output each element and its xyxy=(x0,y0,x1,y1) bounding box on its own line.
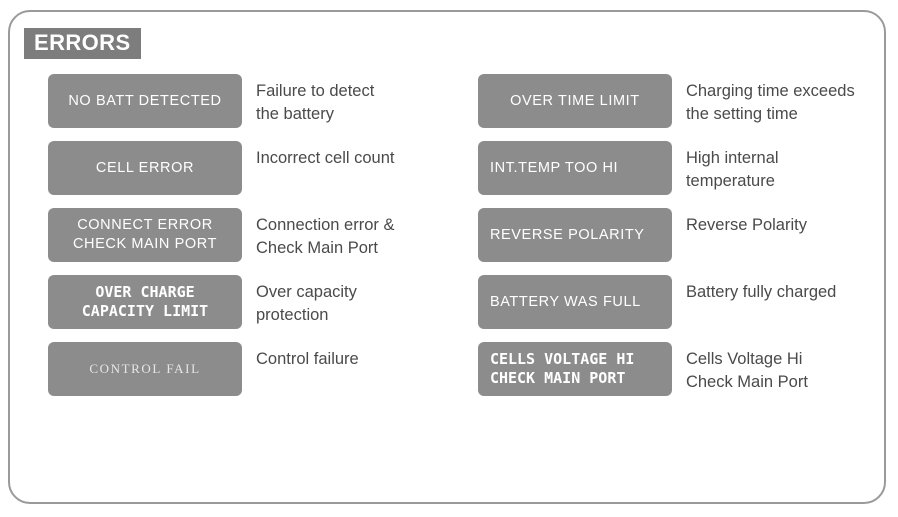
error-row: CELL ERROR Incorrect cell count xyxy=(48,141,475,195)
error-code-line: CONNECT ERROR xyxy=(77,217,213,234)
error-row: CONNECT ERROR CHECK MAIN PORT Connection e… xyxy=(48,208,475,262)
error-row: OVER CHARGE CAPACITY LIMIT Over capacity pr… xyxy=(48,275,475,329)
error-description-line: Control failure xyxy=(256,350,359,368)
error-row: BATTERY WAS FULL Battery fully charged xyxy=(477,275,884,329)
error-code-line: CAPACITY LIMIT xyxy=(81,302,209,320)
error-description: Control failure xyxy=(256,342,475,371)
error-code-display: CONTROL FAIL xyxy=(48,342,242,396)
error-description: Cells Voltage Hi Check Main Port xyxy=(686,342,884,395)
error-row: INT.TEMP TOO HI High internal temperature xyxy=(477,141,884,195)
error-description-line: High internal xyxy=(685,149,779,167)
error-code-line: CHECK MAIN PORT xyxy=(489,369,626,387)
error-row: NO BATT DETECTED Failure to detect the bat… xyxy=(48,74,475,128)
error-description-line: protection xyxy=(256,306,329,325)
page-title: ERRORS xyxy=(24,28,141,59)
error-description-line: Connection error & xyxy=(256,216,395,234)
error-code-display: OVER TIME LIMIT xyxy=(477,74,672,128)
error-code-line: INT.TEMP TOO HI xyxy=(489,159,619,176)
error-row: REVERSE POLARITY Reverse Polarity xyxy=(477,208,884,262)
error-description: High internal temperature xyxy=(686,141,884,194)
error-description: Reverse Polarity xyxy=(686,208,884,237)
error-description-line: Reverse Polarity xyxy=(685,216,807,234)
error-description-line: Failure to detect xyxy=(256,82,375,100)
error-description-line: Battery fully charged xyxy=(685,283,837,301)
error-description: Incorrect cell count xyxy=(256,141,475,170)
error-description: Charging time exceeds the setting time xyxy=(686,74,884,127)
error-row: CELLS VOLTAGE HI CHECK MAIN PORT Cells Vol… xyxy=(477,342,884,396)
error-description: Failure to detect the battery xyxy=(256,74,475,127)
error-description: Over capacity protection xyxy=(256,275,475,328)
error-code-display: CONNECT ERROR CHECK MAIN PORT xyxy=(48,208,242,262)
error-code-display: NO BATT DETECTED xyxy=(48,74,242,128)
error-code-line: OVER TIME LIMIT xyxy=(510,92,640,109)
error-description-line: Charging time exceeds xyxy=(685,82,855,100)
error-description-line: Cells Voltage Hi xyxy=(685,350,803,368)
error-description: Battery fully charged xyxy=(686,275,884,304)
error-description-line: Check Main Port xyxy=(685,373,808,392)
error-description-line: Check Main Port xyxy=(256,239,378,258)
error-code-display: INT.TEMP TOO HI xyxy=(477,141,672,195)
error-code-line: OVER CHARGE xyxy=(95,282,195,301)
error-code-line: NO BATT DETECTED xyxy=(68,92,222,109)
error-columns: NO BATT DETECTED Failure to detect the bat… xyxy=(10,74,884,409)
error-description-line: Incorrect cell count xyxy=(256,149,395,167)
error-description: Connection error & Check Main Port xyxy=(256,208,475,261)
error-code-line: CONTROL FAIL xyxy=(89,360,201,376)
error-code-display: REVERSE POLARITY xyxy=(477,208,672,262)
error-description-line: the setting time xyxy=(685,105,798,124)
error-column-right: OVER TIME LIMIT Charging time exceeds the … xyxy=(475,74,884,409)
error-code-line: CHECK MAIN PORT xyxy=(72,236,218,252)
error-code-display: BATTERY WAS FULL xyxy=(477,275,672,329)
error-code-display: OVER CHARGE CAPACITY LIMIT xyxy=(48,275,242,329)
error-code-display: CELLS VOLTAGE HI CHECK MAIN PORT xyxy=(477,342,672,396)
error-row: CONTROL FAIL Control failure xyxy=(48,342,475,396)
error-description-line: the battery xyxy=(256,105,334,124)
error-code-line: CELL ERROR xyxy=(95,159,195,176)
error-description-line: Over capacity xyxy=(256,283,357,301)
error-description-line: temperature xyxy=(685,172,775,191)
error-row: OVER TIME LIMIT Charging time exceeds the … xyxy=(477,74,884,128)
error-column-left: NO BATT DETECTED Failure to detect the bat… xyxy=(10,74,475,409)
error-code-display: CELL ERROR xyxy=(48,141,242,195)
errors-panel: ERRORS NO BATT DETECTED Failure to detect… xyxy=(8,10,886,504)
error-code-line: BATTERY WAS FULL xyxy=(489,293,641,310)
error-code-line: REVERSE POLARITY xyxy=(489,226,645,243)
error-code-line: CELLS VOLTAGE HI xyxy=(489,349,635,368)
